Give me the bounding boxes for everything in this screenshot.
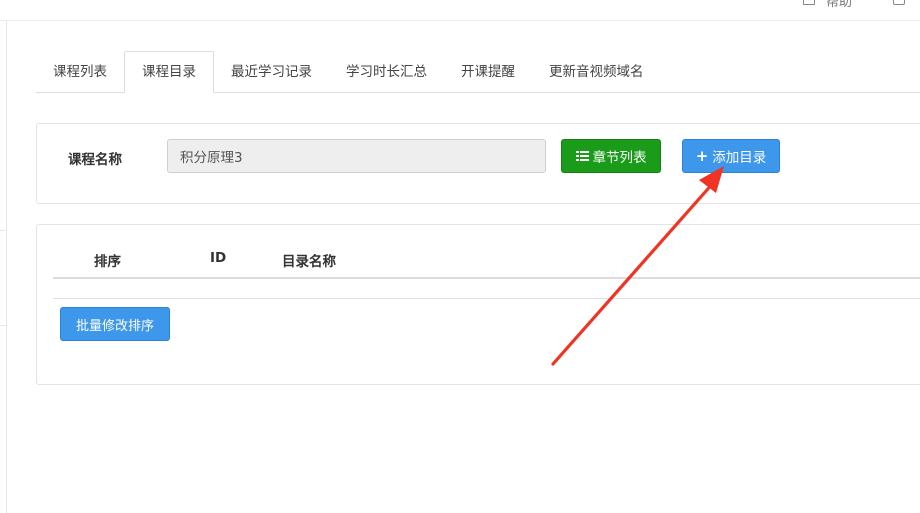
left-sidebar-edge — [6, 20, 7, 513]
header-link[interactable]: 帮助 — [826, 0, 852, 10]
add-catalog-button[interactable]: + 添加目录 — [682, 139, 780, 173]
tab-update-media-domain[interactable]: 更新音视频域名 — [532, 52, 661, 92]
menu-icon[interactable] — [893, 0, 905, 5]
tab-course-reminder[interactable]: 开课提醒 — [444, 52, 532, 92]
list-icon — [575, 150, 589, 162]
sidebar-divider — [0, 325, 6, 326]
tab-study-time-summary[interactable]: 学习时长汇总 — [329, 52, 444, 92]
catalog-table-panel: 排序 ID 目录名称 批量修改排序 — [36, 224, 920, 385]
page: 帮助 课程列表 课程目录 最近学习记录 学习时长汇总 开课提醒 更新音视频域名 … — [0, 0, 920, 513]
tab-recent-study-records[interactable]: 最近学习记录 — [214, 52, 329, 92]
plus-icon: + — [695, 146, 709, 165]
column-header-sort[interactable]: 排序 — [94, 250, 121, 270]
add-catalog-button-label: 添加目录 — [712, 150, 767, 166]
chapter-list-button[interactable]: 章节列表 — [561, 139, 661, 173]
course-name-label: 课程名称 — [68, 152, 122, 168]
sidebar-divider — [0, 230, 6, 231]
top-header: 帮助 — [0, 0, 920, 21]
course-form-panel: 课程名称 章节列表 + 添加目录 — [36, 123, 920, 204]
table-header: 排序 ID 目录名称 — [53, 239, 920, 279]
tab-course-list[interactable]: 课程列表 — [36, 52, 124, 92]
batch-sort-button[interactable]: 批量修改排序 — [60, 307, 170, 341]
tab-bar: 课程列表 课程目录 最近学习记录 学习时长汇总 开课提醒 更新音视频域名 — [36, 51, 920, 93]
course-name-field[interactable] — [167, 139, 546, 173]
column-header-catalog-name[interactable]: 目录名称 — [282, 250, 336, 270]
chapter-list-button-label: 章节列表 — [592, 150, 647, 166]
tab-course-catalog[interactable]: 课程目录 — [124, 51, 214, 93]
column-header-id[interactable]: ID — [210, 250, 226, 266]
table-divider — [53, 298, 920, 299]
document-icon[interactable] — [803, 0, 815, 5]
